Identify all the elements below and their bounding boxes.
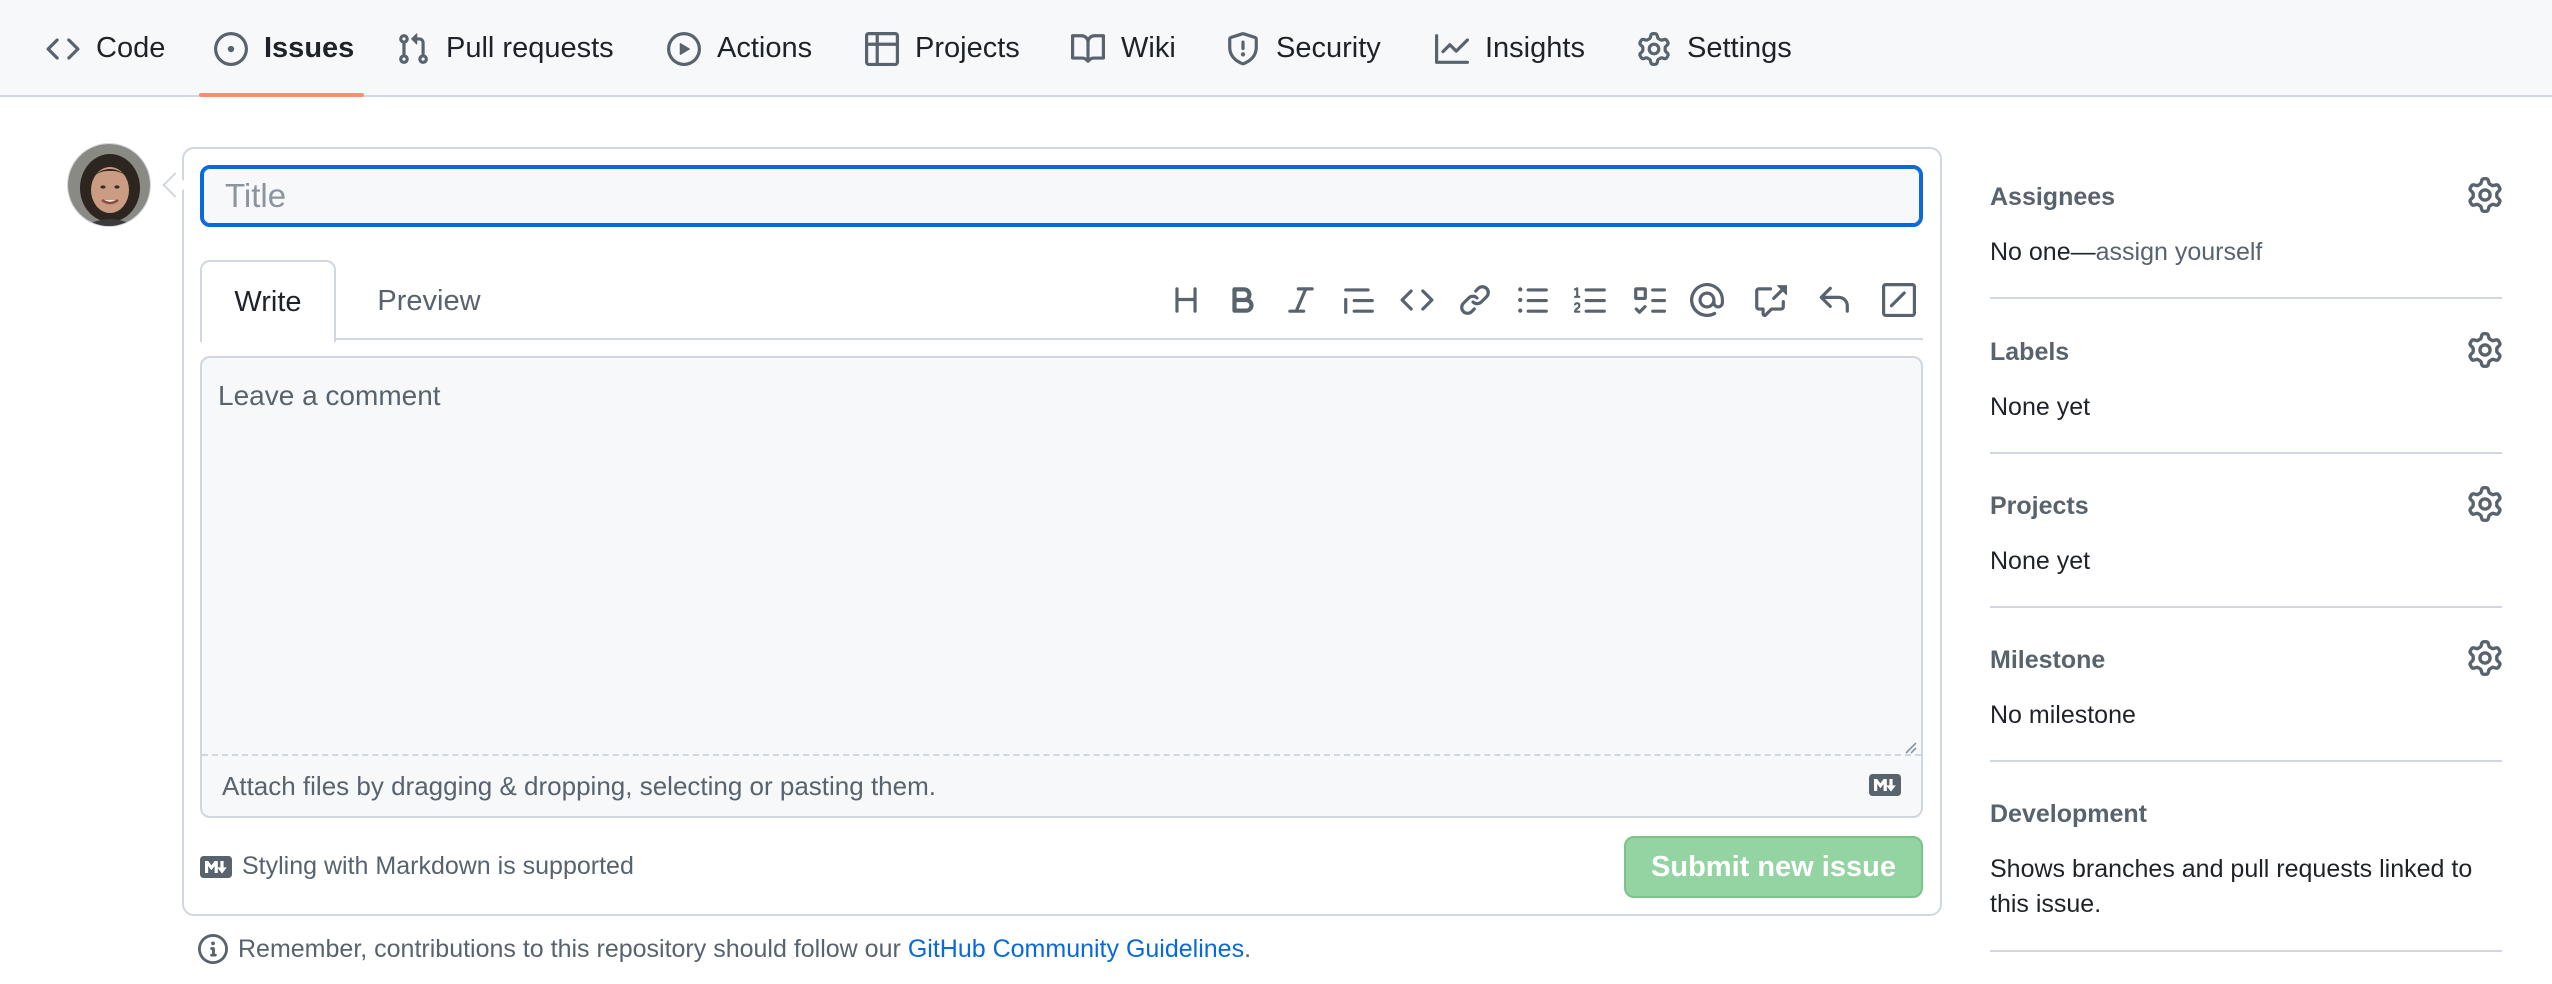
attach-files-bar[interactable]: Attach files by dragging & dropping, sel…	[202, 754, 1921, 816]
labels-heading: Labels	[1990, 338, 2070, 366]
issue-opened-icon	[214, 31, 248, 66]
tab-issues-label: Issues	[264, 32, 355, 64]
markdown-icon	[200, 855, 232, 878]
sidebar-labels: Labels None yet	[1990, 332, 2502, 443]
cross-reference-icon[interactable]	[1750, 280, 1790, 320]
resize-grip-icon[interactable]	[1901, 738, 1917, 754]
sidebar-development: Development Shows branches and pull requ…	[1990, 800, 2502, 940]
tab-code-label: Code	[96, 32, 166, 64]
heading-icon[interactable]	[1166, 280, 1206, 320]
repo-nav: Code Issues Pull requests Actions Projec…	[0, 0, 2552, 97]
sidebar-projects: Projects None yet	[1990, 486, 2502, 597]
comment-editor: Attach files by dragging & dropping, sel…	[200, 356, 1923, 818]
tab-insights[interactable]: Insights	[1435, 0, 1585, 97]
development-value: Shows branches and pull requests linked …	[1990, 855, 2473, 918]
slash-command-icon[interactable]	[1879, 280, 1919, 320]
tab-pull-requests-label: Pull requests	[446, 32, 614, 64]
notice-text: Remember, contributions to this reposito…	[238, 934, 901, 963]
attach-files-text: Attach files by dragging & dropping, sel…	[222, 770, 936, 801]
projects-heading: Projects	[1990, 492, 2089, 520]
avatar[interactable]	[67, 143, 151, 227]
assignees-heading: Assignees	[1990, 183, 2116, 211]
notice-end: .	[1244, 934, 1252, 963]
play-icon	[667, 31, 701, 66]
table-icon	[865, 31, 899, 66]
git-pull-request-icon	[396, 32, 430, 66]
sidebar-divider	[1990, 452, 2502, 454]
labels-gear-icon[interactable]	[2467, 332, 2503, 368]
tab-wiki-label: Wiki	[1121, 32, 1176, 64]
tab-security-label: Security	[1276, 32, 1381, 64]
markdown-hint-text: Styling with Markdown is supported	[242, 852, 634, 880]
ordered-list-icon[interactable]	[1571, 280, 1611, 320]
selected-tab-underline	[199, 93, 364, 97]
tab-actions-label: Actions	[717, 32, 813, 64]
tab-wiki[interactable]: Wiki	[1071, 0, 1176, 97]
shield-icon	[1226, 31, 1260, 66]
tab-settings-label: Settings	[1687, 32, 1792, 64]
sidebar-divider	[1990, 606, 2502, 608]
submit-new-issue-button[interactable]: Submit new issue	[1624, 836, 1923, 898]
sidebar-divider	[1990, 760, 2502, 762]
projects-gear-icon[interactable]	[2467, 486, 2503, 522]
saved-reply-icon[interactable]	[1814, 280, 1854, 320]
tab-pull-requests[interactable]: Pull requests	[396, 0, 614, 97]
milestone-gear-icon[interactable]	[2467, 640, 2503, 676]
markdown-icon	[1869, 774, 1901, 796]
tab-preview[interactable]: Preview	[354, 260, 504, 342]
bold-icon[interactable]	[1223, 280, 1263, 320]
tab-settings[interactable]: Settings	[1637, 0, 1792, 97]
milestone-value: No milestone	[1990, 701, 2136, 729]
title-input[interactable]	[200, 165, 1923, 227]
link-icon[interactable]	[1455, 280, 1495, 320]
gear-icon	[1637, 31, 1671, 66]
quote-icon[interactable]	[1339, 280, 1379, 320]
book-icon	[1071, 32, 1105, 66]
tab-code[interactable]: Code	[46, 0, 165, 97]
contribution-notice: Remember, contributions to this reposito…	[198, 934, 1251, 964]
tab-projects-label: Projects	[915, 32, 1020, 64]
unordered-list-icon[interactable]	[1513, 280, 1553, 320]
projects-value: None yet	[1990, 547, 2091, 575]
tab-projects[interactable]: Projects	[865, 0, 1020, 97]
graph-icon	[1435, 32, 1469, 66]
assignees-value: No one—assign yourself	[1990, 235, 2502, 270]
labels-value: None yet	[1990, 393, 2091, 421]
code-icon	[46, 32, 80, 66]
sidebar-divider	[1990, 950, 2502, 952]
sidebar-divider	[1990, 297, 2502, 299]
task-list-icon[interactable]	[1629, 280, 1669, 320]
tab-issues[interactable]: Issues	[214, 0, 354, 97]
sidebar-milestone: Milestone No milestone	[1990, 640, 2502, 751]
tab-insights-label: Insights	[1485, 32, 1585, 64]
development-heading: Development	[1990, 800, 2147, 828]
sidebar-assignees: Assignees No one—assign yourself	[1990, 177, 2502, 288]
info-icon	[198, 934, 228, 964]
comment-textarea[interactable]	[202, 358, 1921, 754]
community-guidelines-link[interactable]: GitHub Community Guidelines	[908, 935, 1244, 964]
milestone-heading: Milestone	[1990, 646, 2106, 674]
code-icon[interactable]	[1397, 280, 1437, 320]
assignees-none-text: No one—	[1990, 238, 2096, 266]
mention-icon[interactable]	[1687, 280, 1727, 320]
assignees-gear-icon[interactable]	[2467, 177, 2503, 213]
tab-actions[interactable]: Actions	[667, 0, 812, 97]
tab-security[interactable]: Security	[1226, 0, 1381, 97]
markdown-hint[interactable]: Styling with Markdown is supported	[200, 852, 634, 881]
assign-yourself-link[interactable]: assign yourself	[2096, 238, 2263, 266]
italic-icon[interactable]	[1281, 280, 1321, 320]
tab-write[interactable]: Write	[200, 260, 336, 342]
